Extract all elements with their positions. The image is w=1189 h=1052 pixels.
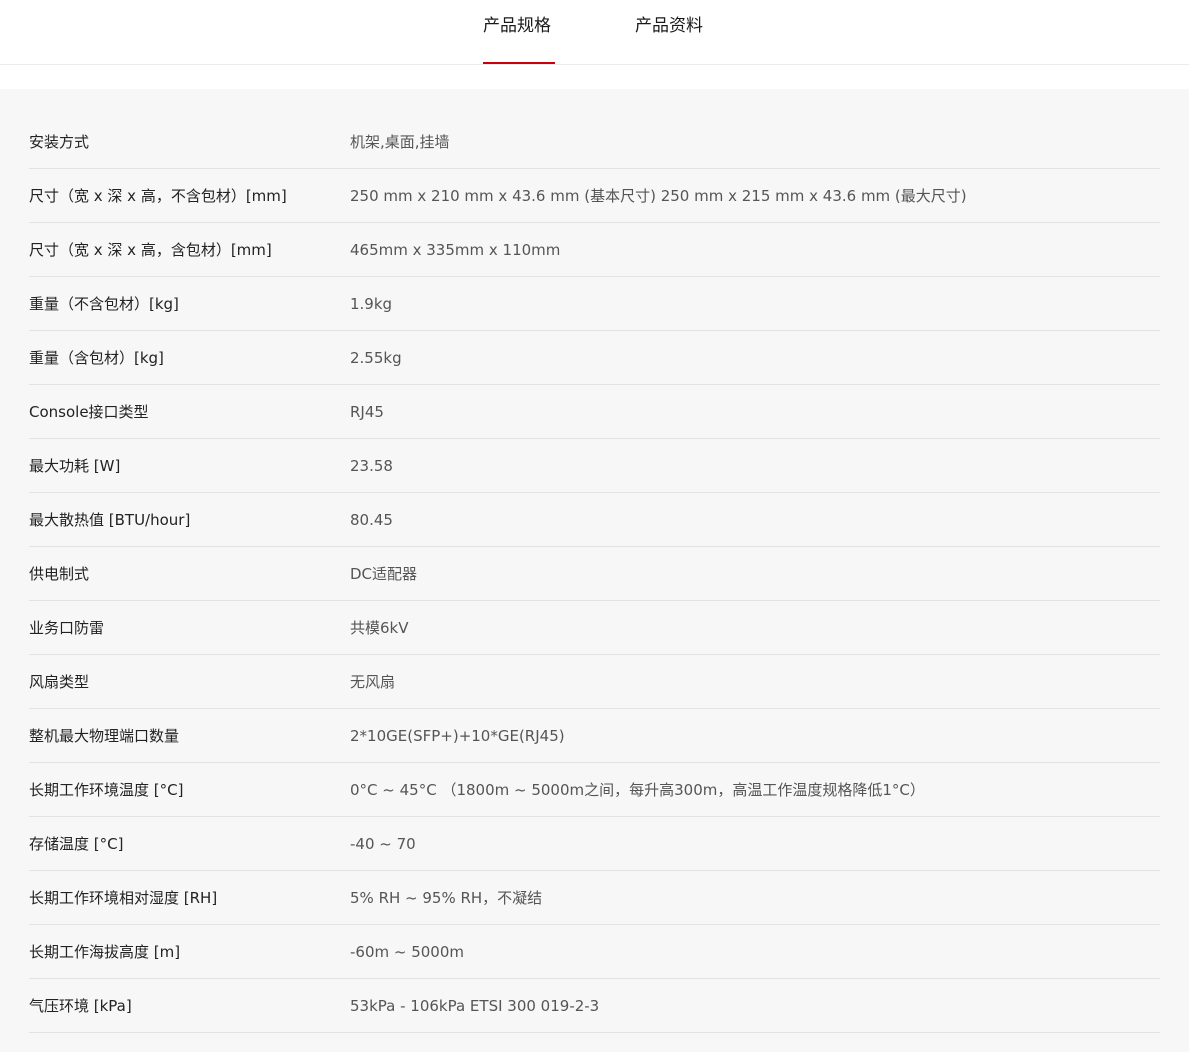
- spec-value: -40 ~ 70: [350, 834, 416, 853]
- spec-label: 风扇类型: [29, 673, 90, 691]
- spec-label: 整机最大物理端口数量: [29, 727, 180, 745]
- spec-value: 465mm x 335mm x 110mm: [350, 240, 561, 259]
- spec-table: 安装方式 机架,桌面,挂墙 尺寸（宽 x 深 x 高，不含包材）[mm] 250…: [29, 115, 1160, 1052]
- spec-row: 气压环境 [kPa] 53kPa - 106kPa ETSI 300 019-2…: [29, 979, 1160, 1033]
- spec-label: 长期工作环境温度 [°C]: [29, 781, 184, 799]
- spec-value: 53kPa - 106kPa ETSI 300 019-2-3: [350, 996, 600, 1015]
- spec-row: 长期工作环境温度 [°C] 0°C ~ 45°C （1800m ~ 5000m之…: [29, 763, 1160, 817]
- spec-label: 气压环境 [kPa]: [29, 997, 132, 1015]
- spec-row: 最大散热值 [BTU/hour] 80.45: [29, 493, 1160, 547]
- spec-label: Console接口类型: [29, 403, 149, 421]
- spec-row: 最大功耗 [W] 23.58: [29, 439, 1160, 493]
- spec-row: 接地 接地: [29, 1033, 1160, 1052]
- spec-label: 长期工作海拔高度 [m]: [29, 943, 181, 961]
- spec-value: DC适配器: [350, 565, 418, 583]
- spec-value: 机架,桌面,挂墙: [350, 133, 450, 151]
- spec-label: 尺寸（宽 x 深 x 高，含包材）[mm]: [29, 241, 272, 259]
- spec-value: 80.45: [350, 510, 393, 529]
- spec-label: 业务口防雷: [29, 619, 105, 637]
- spec-value: 无风扇: [350, 673, 396, 691]
- spacer: [0, 65, 1189, 89]
- spec-value: RJ45: [350, 402, 384, 421]
- spec-row: 长期工作海拔高度 [m] -60m ~ 5000m: [29, 925, 1160, 979]
- spec-row: 存储温度 [°C] -40 ~ 70: [29, 817, 1160, 871]
- spec-value: 5% RH ~ 95% RH，不凝结: [350, 889, 543, 907]
- spec-label: 存储温度 [°C]: [29, 835, 124, 853]
- spec-value: -60m ~ 5000m: [350, 942, 465, 961]
- spec-label: 尺寸（宽 x 深 x 高，不含包材）[mm]: [29, 187, 287, 205]
- spec-value: 23.58: [350, 456, 393, 475]
- spec-label: 最大功耗 [W]: [29, 457, 121, 475]
- spec-row: 整机最大物理端口数量 2*10GE(SFP+)+10*GE(RJ45): [29, 709, 1160, 763]
- spec-value: 共模6kV: [350, 619, 409, 637]
- spec-row: 长期工作环境相对湿度 [RH] 5% RH ~ 95% RH，不凝结: [29, 871, 1160, 925]
- spec-row: 业务口防雷 共模6kV: [29, 601, 1160, 655]
- tab-bar: 产品规格 产品资料: [0, 0, 1189, 65]
- spec-value: 0°C ~ 45°C （1800m ~ 5000m之间，每升高300m，高温工作…: [350, 781, 925, 799]
- spec-row: 供电制式 DC适配器: [29, 547, 1160, 601]
- spec-label: 供电制式: [29, 565, 90, 583]
- spec-label: 最大散热值 [BTU/hour]: [29, 511, 191, 529]
- spec-label: 重量（不含包材）[kg]: [29, 295, 179, 313]
- spec-row: 重量（含包材）[kg] 2.55kg: [29, 331, 1160, 385]
- spec-row: 风扇类型 无风扇: [29, 655, 1160, 709]
- tab-product-docs[interactable]: 产品资料: [635, 15, 707, 64]
- spec-row: 安装方式 机架,桌面,挂墙: [29, 115, 1160, 169]
- spec-value: 2*10GE(SFP+)+10*GE(RJ45): [350, 726, 565, 745]
- spec-value: 1.9kg: [350, 294, 393, 313]
- spec-row: 重量（不含包材）[kg] 1.9kg: [29, 277, 1160, 331]
- tab-product-specs[interactable]: 产品规格: [483, 15, 555, 64]
- spec-value: 2.55kg: [350, 348, 402, 367]
- spec-label: 安装方式: [29, 133, 90, 151]
- spec-value: 250 mm x 210 mm x 43.6 mm (基本尺寸) 250 mm …: [350, 187, 967, 205]
- spec-row: 尺寸（宽 x 深 x 高，含包材）[mm] 465mm x 335mm x 11…: [29, 223, 1160, 277]
- specs-panel: 安装方式 机架,桌面,挂墙 尺寸（宽 x 深 x 高，不含包材）[mm] 250…: [0, 89, 1189, 1052]
- spec-label: 长期工作环境相对湿度 [RH]: [29, 889, 218, 907]
- spec-row: 尺寸（宽 x 深 x 高，不含包材）[mm] 250 mm x 210 mm x…: [29, 169, 1160, 223]
- spec-label: 重量（含包材）[kg]: [29, 349, 164, 367]
- spec-row: Console接口类型 RJ45: [29, 385, 1160, 439]
